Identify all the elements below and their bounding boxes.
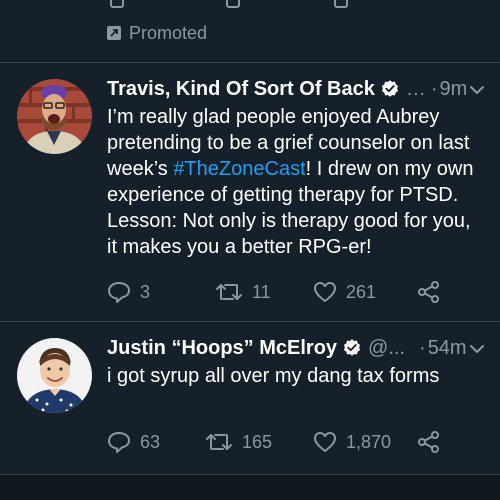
promoted-arrow-icon [107, 26, 121, 40]
separator-dot: · [419, 337, 426, 359]
tweet-header: Travis, Kind Of Sort Of Back … · 9m [107, 77, 467, 101]
tweet-text: i got syrup all over my dang tax forms [107, 365, 440, 387]
share-icon [418, 281, 439, 303]
previous-tweet-actions [0, 0, 500, 10]
reply-button[interactable]: 63 [107, 431, 205, 453]
promoted-text: Promoted [129, 22, 208, 43]
display-name[interactable]: Travis, Kind Of Sort Of Back [107, 77, 375, 101]
display-name[interactable]: Justin “Hoops” McElroy [107, 336, 337, 360]
verified-icon [344, 339, 361, 356]
reply-count: 63 [140, 431, 161, 452]
like-count: 1,870 [346, 431, 392, 452]
chevron-down-icon[interactable] [469, 344, 485, 354]
hashtag-link[interactable]: #TheZoneCast [173, 158, 305, 180]
tweet-actions: 63 165 1,870 [107, 431, 441, 453]
reply-icon [108, 432, 130, 453]
handle: … [405, 78, 426, 100]
divider [0, 321, 500, 322]
reply-count: 3 [140, 281, 151, 302]
tweet-actions: 3 11 261 [107, 281, 441, 303]
avatar[interactable] [17, 338, 92, 413]
chevron-down-icon[interactable] [469, 85, 485, 95]
timestamp[interactable]: 9m [440, 77, 468, 101]
share-button[interactable] [417, 281, 441, 303]
retweet-icon [216, 284, 242, 300]
share-button[interactable] [417, 431, 441, 453]
retweet-button[interactable]: 11 [215, 281, 313, 303]
retweet-count: 11 [252, 281, 271, 302]
heart-icon [314, 282, 336, 302]
verified-icon [381, 80, 398, 97]
timeline-footer [0, 474, 500, 500]
retweet-count: 165 [242, 431, 273, 452]
divider [0, 62, 500, 63]
like-button[interactable]: 1,870 [313, 431, 417, 453]
tweet-header: Justin “Hoops” McElroy @... · 54m [107, 336, 467, 360]
heart-icon [314, 432, 336, 452]
reply-icon [108, 282, 130, 303]
tweet-text: I’m really glad people enjoyed Aubrey pr… [107, 104, 482, 260]
share-icon [418, 431, 439, 453]
separator-dot: · [430, 78, 438, 100]
retweet-button[interactable]: 165 [205, 431, 313, 453]
promoted-label: Promoted [107, 22, 207, 44]
like-count: 261 [346, 281, 377, 302]
handle: @... [368, 337, 406, 359]
timestamp[interactable]: 54m [428, 336, 467, 360]
reply-button[interactable]: 3 [107, 281, 215, 303]
retweet-icon [206, 434, 232, 450]
avatar[interactable] [17, 79, 92, 154]
like-button[interactable]: 261 [313, 281, 417, 303]
timeline: Promoted Travis, Kind Of Sort Of Back … … [0, 0, 500, 500]
